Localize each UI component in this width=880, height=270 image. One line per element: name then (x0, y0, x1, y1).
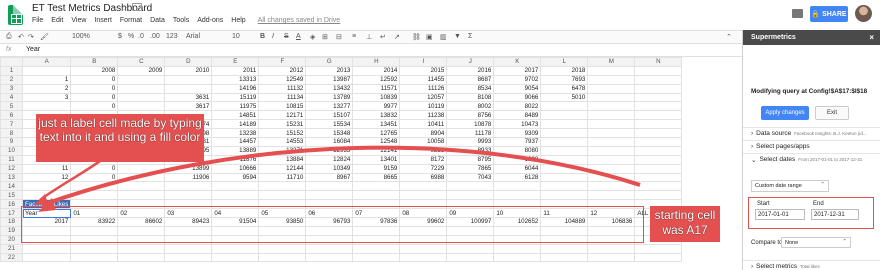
highlight-box-dates (748, 197, 874, 229)
highlight-box-table (21, 206, 644, 243)
annotation-label-cell-note: just a label cell made by typing text in… (38, 116, 202, 144)
annotation-starting-cell-note: starting cell was A17 (654, 208, 716, 237)
app-window: ET Test Metrics Dashboard ☆ File Edit Vi… (0, 0, 880, 270)
